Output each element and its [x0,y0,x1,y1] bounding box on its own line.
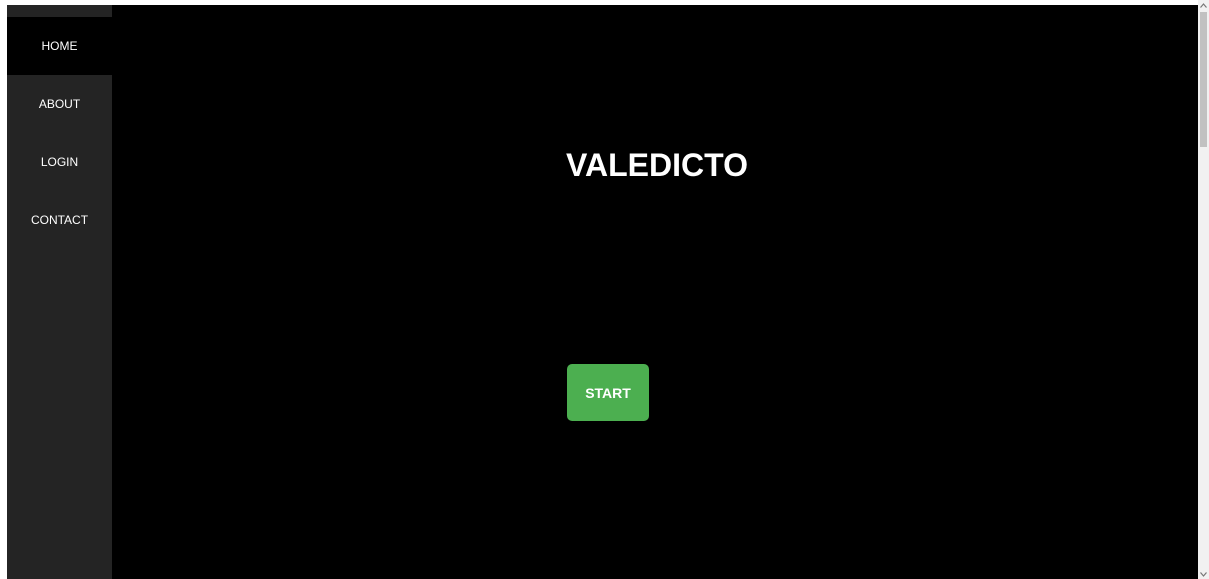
sidebar-item-contact[interactable]: CONTACT [7,191,112,249]
sidebar: HOME ABOUT LOGIN CONTACT [7,5,112,579]
sidebar-item-label: LOGIN [40,155,79,169]
sidebar-item-label: CONTACT [30,213,89,227]
page-viewport: HOME ABOUT LOGIN CONTACT VALEDICTO START [7,5,1198,579]
sidebar-item-about[interactable]: ABOUT [7,75,112,133]
sidebar-item-label: HOME [41,39,78,53]
sidebar-item-login[interactable]: LOGIN [7,133,112,191]
scrollbar-thumb[interactable] [1200,12,1207,147]
chevron-down-icon[interactable] [1198,569,1209,579]
start-button[interactable]: START [567,364,649,421]
chevron-up-icon[interactable] [1198,0,1209,10]
vertical-scrollbar[interactable] [1198,0,1209,579]
sidebar-item-home[interactable]: HOME [7,17,112,75]
sidebar-item-label: ABOUT [38,97,81,111]
page-title: VALEDICTO [566,147,748,183]
